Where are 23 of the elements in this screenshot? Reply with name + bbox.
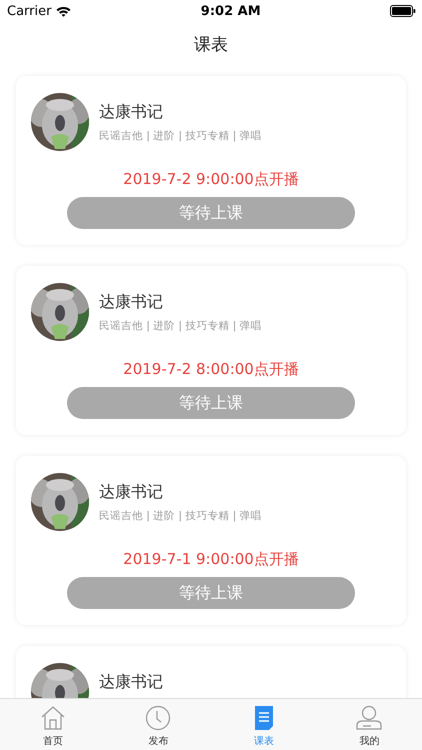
teacher-name: 达康书记: [99, 102, 164, 123]
clock-icon: [145, 705, 172, 731]
person-icon: [355, 705, 384, 731]
course-tags: 民谣吉他 | 进阶 | 技巧专精 | 弹唱: [99, 509, 262, 523]
start-time: 2019-7-2 8:00:00点开播: [123, 360, 299, 379]
battery-icon: [390, 5, 416, 17]
tab-item[interactable]: 我的: [316, 699, 422, 750]
teacher-name: 达康书记: [99, 292, 164, 313]
house-icon: [40, 705, 66, 731]
carrier-label: Carrier: [7, 4, 52, 18]
teacher-name: 达康书记: [99, 482, 164, 503]
teacher-name: 达康书记: [99, 672, 163, 693]
page-title: 课表: [194, 34, 228, 56]
course-tags: 民谣吉他 | 进阶 | 技巧专精 | 弹唱: [99, 129, 262, 143]
tab-item[interactable]: 课表: [211, 699, 316, 750]
course-tags: 民谣吉他 | 进阶 | 技巧专精 | 弹唱: [99, 319, 262, 333]
document-icon: [252, 705, 275, 731]
wifi-icon: [56, 6, 72, 16]
tab-item[interactable]: 首页: [0, 699, 106, 750]
start-time: 2019-7-1 9:00:00点开播: [123, 550, 299, 569]
start-time: 2019-7-2 9:00:00点开播: [123, 170, 299, 189]
status-time: 9:02 AM: [200, 4, 261, 18]
tab-item[interactable]: 发布: [106, 699, 211, 750]
